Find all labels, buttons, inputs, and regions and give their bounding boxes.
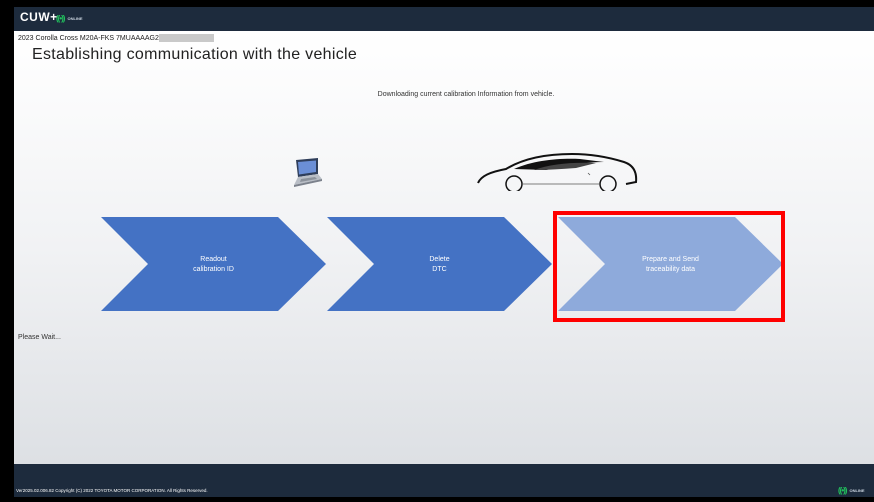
connection-icon: ((•)) bbox=[56, 14, 66, 23]
step-delete-dtc: Delete DTC bbox=[327, 217, 552, 311]
laptop-icon bbox=[294, 158, 322, 187]
copyright-text: Ver2025.02.006.82 Copyright (C) 2022 TOY… bbox=[16, 488, 208, 493]
redacted-vin bbox=[158, 34, 214, 42]
vehicle-info: 2023 Corolla Cross M20A-FKS 7MUAAAAG2 bbox=[18, 34, 214, 42]
footer-online-indicator: ((•)) ONLINE bbox=[838, 486, 865, 495]
step-label: Readout calibration ID bbox=[193, 256, 234, 273]
connection-icon: ((•)) bbox=[838, 486, 848, 495]
status-message: Downloading current calibration Informat… bbox=[377, 91, 555, 98]
step-label: Delete DTC bbox=[429, 256, 450, 273]
main-content: 2023 Corolla Cross M20A-FKS 7MUAAAAG2 Es… bbox=[14, 31, 874, 464]
online-label: ONLINE bbox=[849, 488, 865, 493]
online-label: ONLINE bbox=[67, 16, 83, 21]
highlight-box bbox=[553, 211, 785, 322]
online-indicator: ((•)) ONLINE bbox=[56, 14, 83, 23]
page-title: Establishing communication with the vehi… bbox=[32, 46, 358, 63]
footer-bar: Ver2025.02.006.82 Copyright (C) 2022 TOY… bbox=[14, 464, 874, 497]
please-wait-text: Please Wait... bbox=[18, 334, 61, 341]
vehicle-info-text: 2023 Corolla Cross M20A-FKS 7MUAAAAG2 bbox=[18, 34, 159, 42]
app-window: CUW+ ((•)) ONLINE 2023 Corolla Cross M20… bbox=[14, 7, 874, 497]
app-logo: CUW+ bbox=[20, 10, 58, 24]
car-icon bbox=[477, 152, 638, 191]
step-readout-calibration: Readout calibration ID bbox=[101, 217, 326, 311]
top-bar: CUW+ ((•)) ONLINE bbox=[14, 7, 874, 31]
